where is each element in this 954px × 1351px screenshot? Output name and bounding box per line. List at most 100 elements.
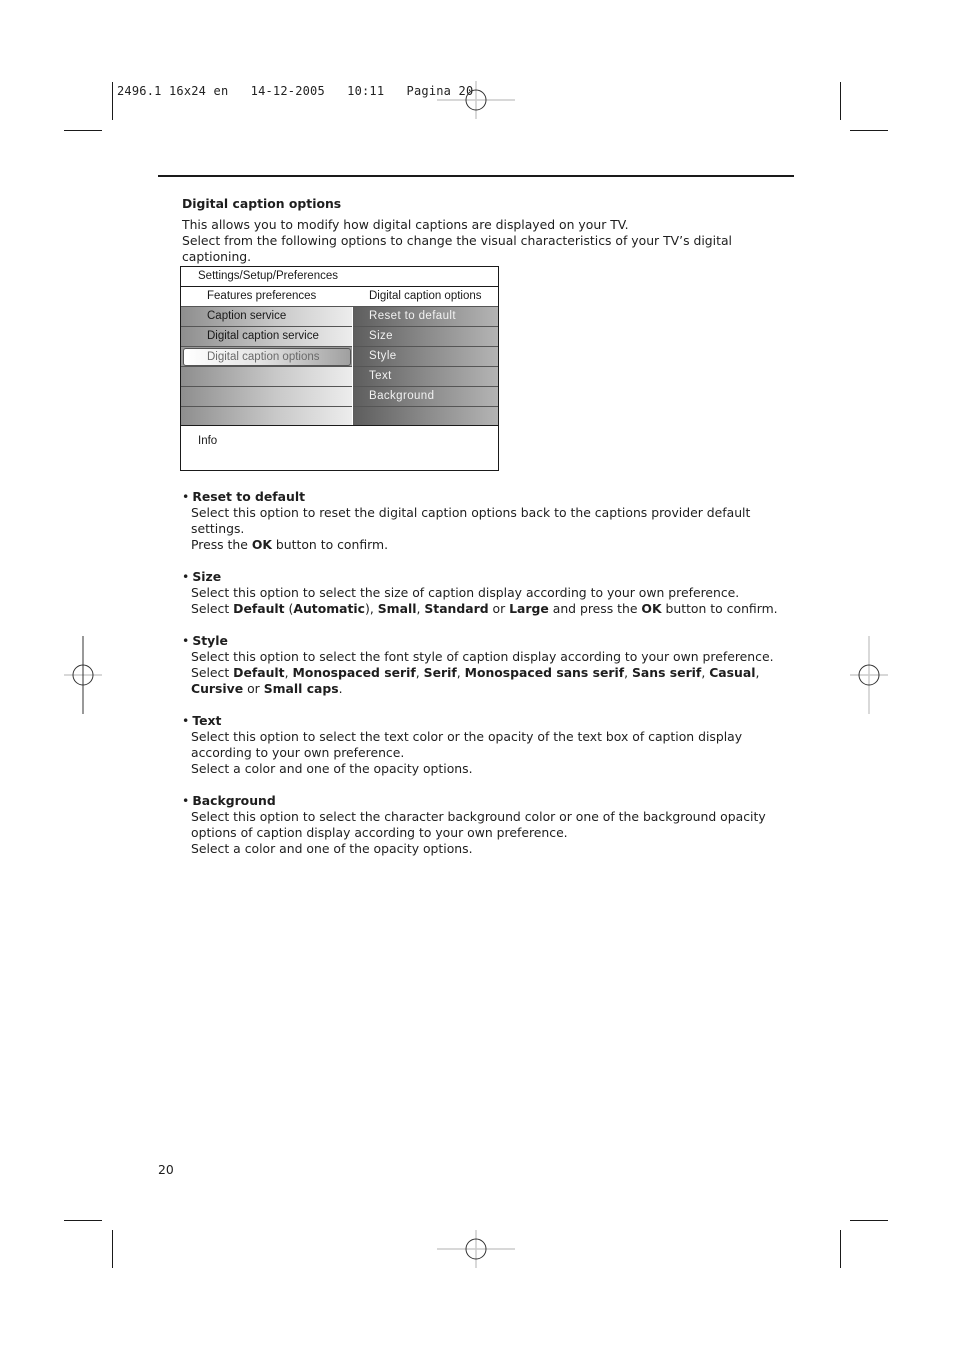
menu-item-empty: [181, 387, 352, 407]
bold-term: Automatic: [293, 601, 366, 616]
registration-mark-icon: [437, 1210, 515, 1288]
text-run: ,: [624, 665, 632, 680]
bold-term: Default: [233, 601, 285, 616]
menu-right-header: Digital caption options: [369, 290, 482, 302]
text-run: ,: [456, 665, 465, 680]
bold-term: Monospaced serif: [292, 665, 416, 680]
crop-mark: [112, 82, 113, 120]
bullet-title: Background: [192, 793, 276, 808]
menu-option-background[interactable]: Background: [353, 387, 498, 407]
text-run: and press the: [548, 601, 642, 616]
bullet-line: Select Default (Automatic), Small, Stand…: [191, 601, 797, 617]
bullet-line: Select this option to select the text co…: [191, 729, 797, 761]
crop-mark: [850, 1220, 888, 1221]
bullet-icon: •: [182, 569, 190, 584]
text-run: Select this option to select the size of…: [191, 585, 740, 600]
bullet-icon: •: [182, 713, 190, 728]
text-run: button to confirm.: [661, 601, 778, 616]
text-run: ,: [755, 665, 760, 680]
text-run: Select a color and one of the opacity op…: [191, 761, 473, 776]
intro-line: This allows you to modify how digital ca…: [182, 217, 629, 232]
bold-term: Small caps: [263, 681, 339, 696]
bullet-line: Select Default, Monospaced serif, Serif,…: [191, 665, 797, 697]
text-run: Select: [191, 665, 234, 680]
text-run: ,: [415, 665, 424, 680]
menu-item-caption-service[interactable]: Caption service: [181, 307, 352, 327]
bullet-line: Select a color and one of the opacity op…: [191, 841, 797, 857]
bullet-line: Select this option to select the charact…: [191, 809, 797, 841]
menu-item-digital-caption-options[interactable]: Digital caption options: [181, 347, 352, 367]
crop-mark: [840, 1230, 841, 1268]
menu-breadcrumb: Settings/Setup/Preferences: [181, 267, 498, 287]
crop-mark: [64, 1220, 102, 1221]
bullet-text: • Text Select this option to select the t…: [182, 713, 797, 777]
bullet-background: • Background Select this option to select…: [182, 793, 797, 857]
option-descriptions: • Reset to default Select this option to …: [182, 489, 797, 873]
bullet-title: Style: [192, 633, 228, 648]
bullet-body: Select this option to select the text co…: [182, 729, 797, 777]
bullet-line: Select this option to reset the digital …: [191, 505, 797, 537]
text-run: or: [488, 601, 510, 616]
page-number: 20: [158, 1162, 174, 1177]
text-run: Press the: [191, 537, 252, 552]
menu-option-text[interactable]: Text: [353, 367, 498, 387]
text-run: ,: [284, 665, 293, 680]
menu-item-empty: [181, 367, 352, 387]
section-title: Digital caption options: [182, 196, 342, 211]
bold-term: Cursive: [191, 681, 244, 696]
bullet-icon: •: [182, 793, 190, 808]
text-run: button to confirm.: [271, 537, 389, 552]
text-run: Select this option to reset the digital …: [191, 505, 751, 536]
bullet-title: Text: [192, 713, 222, 728]
bullet-icon: •: [182, 633, 190, 648]
tv-menu-illustration: Settings/Setup/Preferences Features pref…: [180, 266, 499, 471]
bullet-body: Select this option to reset the digital …: [182, 505, 797, 553]
bold-term: Default: [233, 665, 285, 680]
printer-slug: 2496.1 16x24 en 14-12-2005 10:11 Pagina …: [117, 84, 474, 98]
bullet-line: Select this option to select the size of…: [191, 585, 797, 601]
menu-option-empty: [353, 407, 498, 426]
crop-mark: [64, 130, 102, 131]
bold-term: OK: [641, 601, 662, 616]
menu-item-label: Digital caption options: [183, 348, 351, 366]
crop-mark: [840, 82, 841, 120]
menu-option-reset-to-default[interactable]: Reset to default: [353, 307, 498, 327]
menu-option-style[interactable]: Style: [353, 347, 498, 367]
bold-term: Standard: [424, 601, 489, 616]
section-intro: Digital caption options This allows you …: [182, 196, 802, 265]
registration-mark-icon: [44, 636, 122, 714]
text-run: ),: [365, 601, 378, 616]
menu-item-digital-caption-service[interactable]: Digital caption service: [181, 327, 352, 347]
bold-term: OK: [251, 537, 272, 552]
menu-item-empty: [181, 407, 352, 426]
menu-right-column: Reset to default Size Style Text Backgro…: [353, 307, 498, 426]
menu-info-label: Info: [198, 435, 218, 447]
intro-line: Select from the following options to cha…: [182, 233, 732, 264]
menu-left-column: Caption service Digital caption service …: [181, 307, 352, 426]
crop-mark: [850, 130, 888, 131]
registration-mark-icon: [830, 636, 908, 714]
text-run: Select this option to select the charact…: [191, 809, 766, 840]
bullet-body: Select this option to select the font st…: [182, 649, 797, 697]
bullet-line: Press the OK button to confirm.: [191, 537, 797, 553]
bullet-size: • Size Select this option to select the s…: [182, 569, 797, 617]
text-run: Select this option to select the text co…: [191, 729, 743, 760]
bullet-line: Select this option to select the font st…: [191, 649, 797, 665]
text-run: Select this option to select the font st…: [191, 649, 774, 664]
text-run: Select: [191, 601, 234, 616]
text-run: .: [338, 681, 343, 696]
bold-term: Large: [509, 601, 549, 616]
bold-term: Sans serif: [632, 665, 702, 680]
registration-mark-icon: [437, 61, 515, 139]
bold-term: Small: [377, 601, 417, 616]
bullet-style: • Style Select this option to select the …: [182, 633, 797, 697]
bullet-body: Select this option to select the charact…: [182, 809, 797, 857]
header-rule: [158, 175, 794, 177]
bullet-reset-to-default: • Reset to default Select this option to …: [182, 489, 797, 553]
bold-term: Casual: [709, 665, 756, 680]
bullet-line: Select a color and one of the opacity op…: [191, 761, 797, 777]
menu-left-header: Features preferences: [207, 290, 317, 302]
menu-option-size[interactable]: Size: [353, 327, 498, 347]
bullet-title: Size: [192, 569, 222, 584]
bullet-title: Reset to default: [192, 489, 306, 504]
